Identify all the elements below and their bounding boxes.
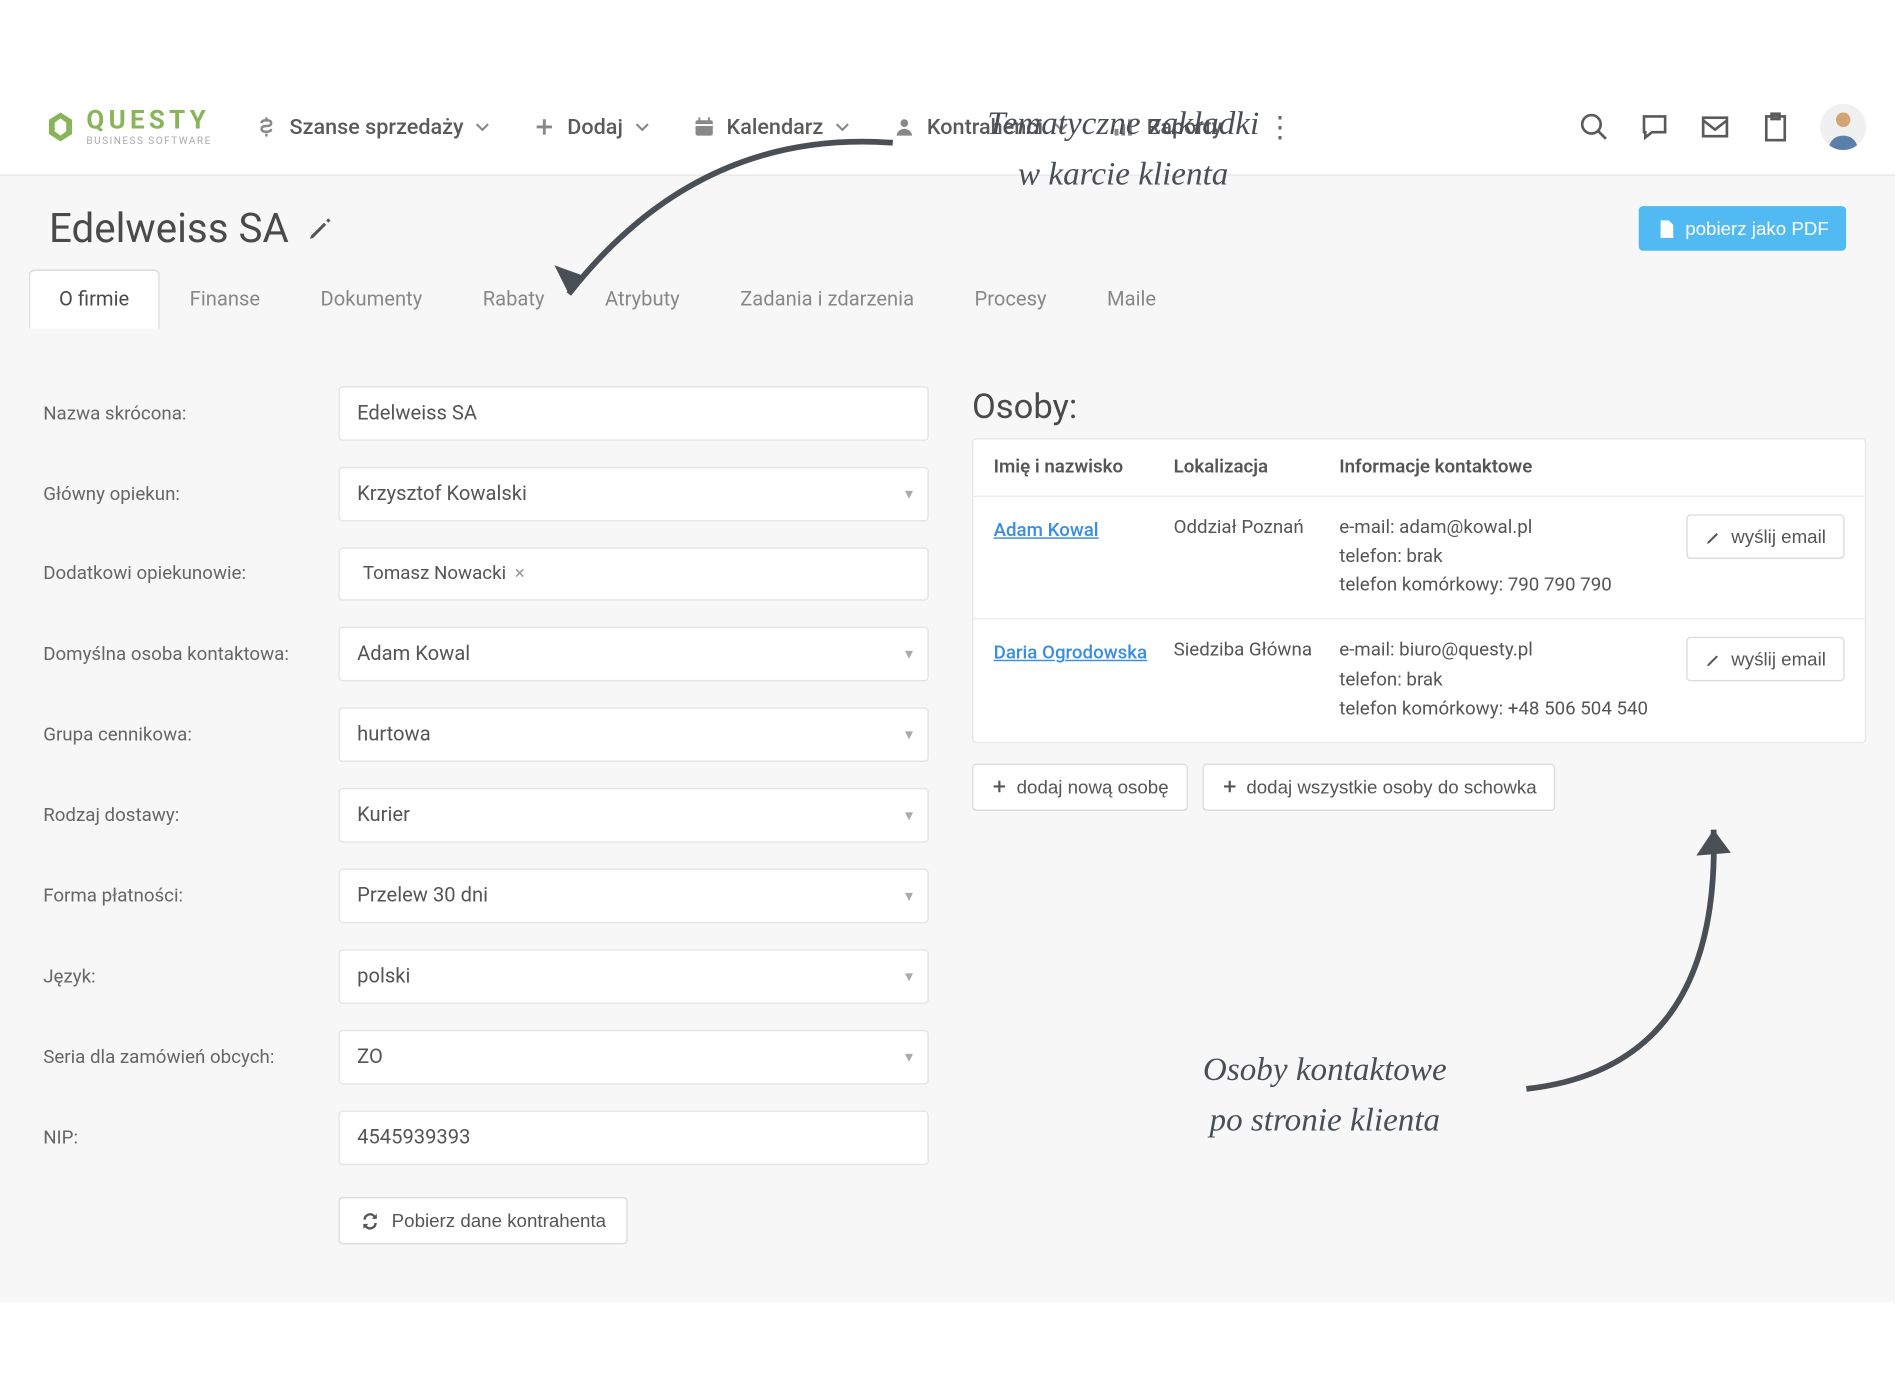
tab-rabaty[interactable]: Rabaty <box>452 270 574 329</box>
persons-header-info: Informacje kontaktowe <box>1339 457 1679 479</box>
nav-add[interactable]: Dodaj <box>533 113 649 139</box>
input-dodatkowi[interactable]: Tomasz Nowacki × <box>338 547 928 600</box>
avatar-icon <box>1820 103 1866 149</box>
persons-title: Osoby: <box>972 386 1866 426</box>
tab-dokumenty[interactable]: Dokumenty <box>290 270 452 329</box>
person-link[interactable]: Adam Kowal <box>994 520 1099 542</box>
tab-finanse[interactable]: Finanse <box>159 270 290 329</box>
input-nazwa-skrocona[interactable]: Edelweiss SA <box>338 386 928 441</box>
tab-procesy[interactable]: Procesy <box>944 270 1077 329</box>
pencil-icon <box>1705 651 1722 668</box>
label-grupa-cennikowa: Grupa cennikowa: <box>29 724 339 746</box>
clipboard-icon[interactable] <box>1760 110 1792 142</box>
persons-header-loc: Lokalizacja <box>1174 457 1340 479</box>
add-all-to-clipboard-button[interactable]: dodaj wszystkie osoby do schowka <box>1202 763 1556 811</box>
select-glowny-opiekun[interactable]: Krzysztof Kowalski <box>338 467 928 522</box>
search-icon[interactable] <box>1578 110 1610 142</box>
tabs: O firmie Finanse Dokumenty Rabaty Atrybu… <box>29 270 1866 329</box>
input-nip[interactable]: 4545939393 <box>338 1110 928 1165</box>
select-seria[interactable]: ZO <box>338 1030 928 1085</box>
logo-text: QUESTY <box>86 105 211 135</box>
label-nazwa-skrocona: Nazwa skrócona: <box>29 403 339 425</box>
logo-subtext: BUSINESS SOFTWARE <box>86 136 211 148</box>
persons-header-name: Imię i nazwisko <box>994 457 1174 479</box>
plus-icon <box>991 778 1008 795</box>
plus-icon <box>533 115 556 138</box>
refresh-icon <box>360 1211 380 1231</box>
tab-maile[interactable]: Maile <box>1077 270 1187 329</box>
page-title: Edelweiss SA <box>49 205 289 253</box>
person-location: Oddział Poznań <box>1174 514 1340 543</box>
label-glowny-opiekun: Główny opiekun: <box>29 483 339 505</box>
mail-icon[interactable] <box>1699 110 1731 142</box>
chevron-down-icon <box>475 119 489 133</box>
annotation-tabs: Tematyczne zakładki w karcie klienta <box>907 100 1339 199</box>
chevron-down-icon <box>835 119 849 133</box>
download-pdf-button[interactable]: pobierz jako PDF <box>1639 206 1846 251</box>
table-row: Adam Kowal Oddział Poznań e-mail: adam@k… <box>973 497 1864 620</box>
plus-icon <box>1220 778 1237 795</box>
person-link[interactable]: Daria Ogrodowska <box>994 643 1148 665</box>
pencil-icon <box>1705 528 1722 545</box>
select-rodzaj-dostawy[interactable]: Kurier <box>338 788 928 843</box>
label-jezyk: Język: <box>29 966 339 988</box>
select-domyslna-osoba[interactable]: Adam Kowal <box>338 627 928 682</box>
edit-icon[interactable] <box>306 216 332 242</box>
dollar-icon <box>255 115 278 138</box>
content-area: Edelweiss SA pobierz jako PDF O firmie F… <box>0 176 1895 1302</box>
person-location: Siedziba Główna <box>1174 637 1340 666</box>
calendar-icon <box>692 115 715 138</box>
label-domyslna-osoba: Domyślna osoba kontaktowa: <box>29 643 339 665</box>
person-contact: e-mail: biuro@questy.pl telefon: brak te… <box>1339 637 1679 724</box>
add-person-button[interactable]: dodaj nową osobę <box>972 763 1187 811</box>
avatar[interactable] <box>1820 103 1866 149</box>
select-jezyk[interactable]: polski <box>338 949 928 1004</box>
annotation-persons: Osoby kontaktowe po stronie klienta <box>1138 1046 1512 1145</box>
nav-calendar[interactable]: Kalendarz <box>692 113 849 139</box>
tab-zadania[interactable]: Zadania i zdarzenia <box>710 270 944 329</box>
table-row: Daria Ogrodowska Siedziba Główna e-mail:… <box>973 620 1864 742</box>
tab-o-firmie[interactable]: O firmie <box>29 270 160 329</box>
chevron-down-icon <box>634 119 648 133</box>
logo[interactable]: QUESTY BUSINESS SOFTWARE <box>43 105 212 147</box>
tag-dodatkowi: Tomasz Nowacki × <box>351 558 536 591</box>
label-seria: Seria dla zamówień obcych: <box>29 1046 339 1068</box>
persons-table: Imię i nazwisko Lokalizacja Informacje k… <box>972 438 1866 743</box>
send-email-button[interactable]: wyślij email <box>1687 514 1845 559</box>
remove-tag-icon[interactable]: × <box>515 563 525 585</box>
file-icon <box>1656 218 1676 238</box>
select-grupa-cennikowa[interactable]: hurtowa <box>338 707 928 762</box>
tab-atrybuty[interactable]: Atrybuty <box>575 270 710 329</box>
logo-icon <box>43 109 78 144</box>
chat-icon[interactable] <box>1639 110 1671 142</box>
label-forma-platnosci: Forma płatności: <box>29 885 339 907</box>
label-dodatkowi: Dodatkowi opiekunowie: <box>29 563 339 585</box>
select-forma-platnosci[interactable]: Przelew 30 dni <box>338 869 928 924</box>
fetch-contractor-data-button[interactable]: Pobierz dane kontrahenta <box>338 1197 627 1245</box>
person-contact: e-mail: adam@kowal.pl telefon: brak tele… <box>1339 514 1679 601</box>
label-rodzaj-dostawy: Rodzaj dostawy: <box>29 804 339 826</box>
nav-sales[interactable]: Szanse sprzedaży <box>255 113 490 139</box>
form-panel: Nazwa skrócona: Edelweiss SA Główny opie… <box>29 386 929 1244</box>
label-nip: NIP: <box>29 1127 339 1149</box>
send-email-button[interactable]: wyślij email <box>1687 637 1845 682</box>
